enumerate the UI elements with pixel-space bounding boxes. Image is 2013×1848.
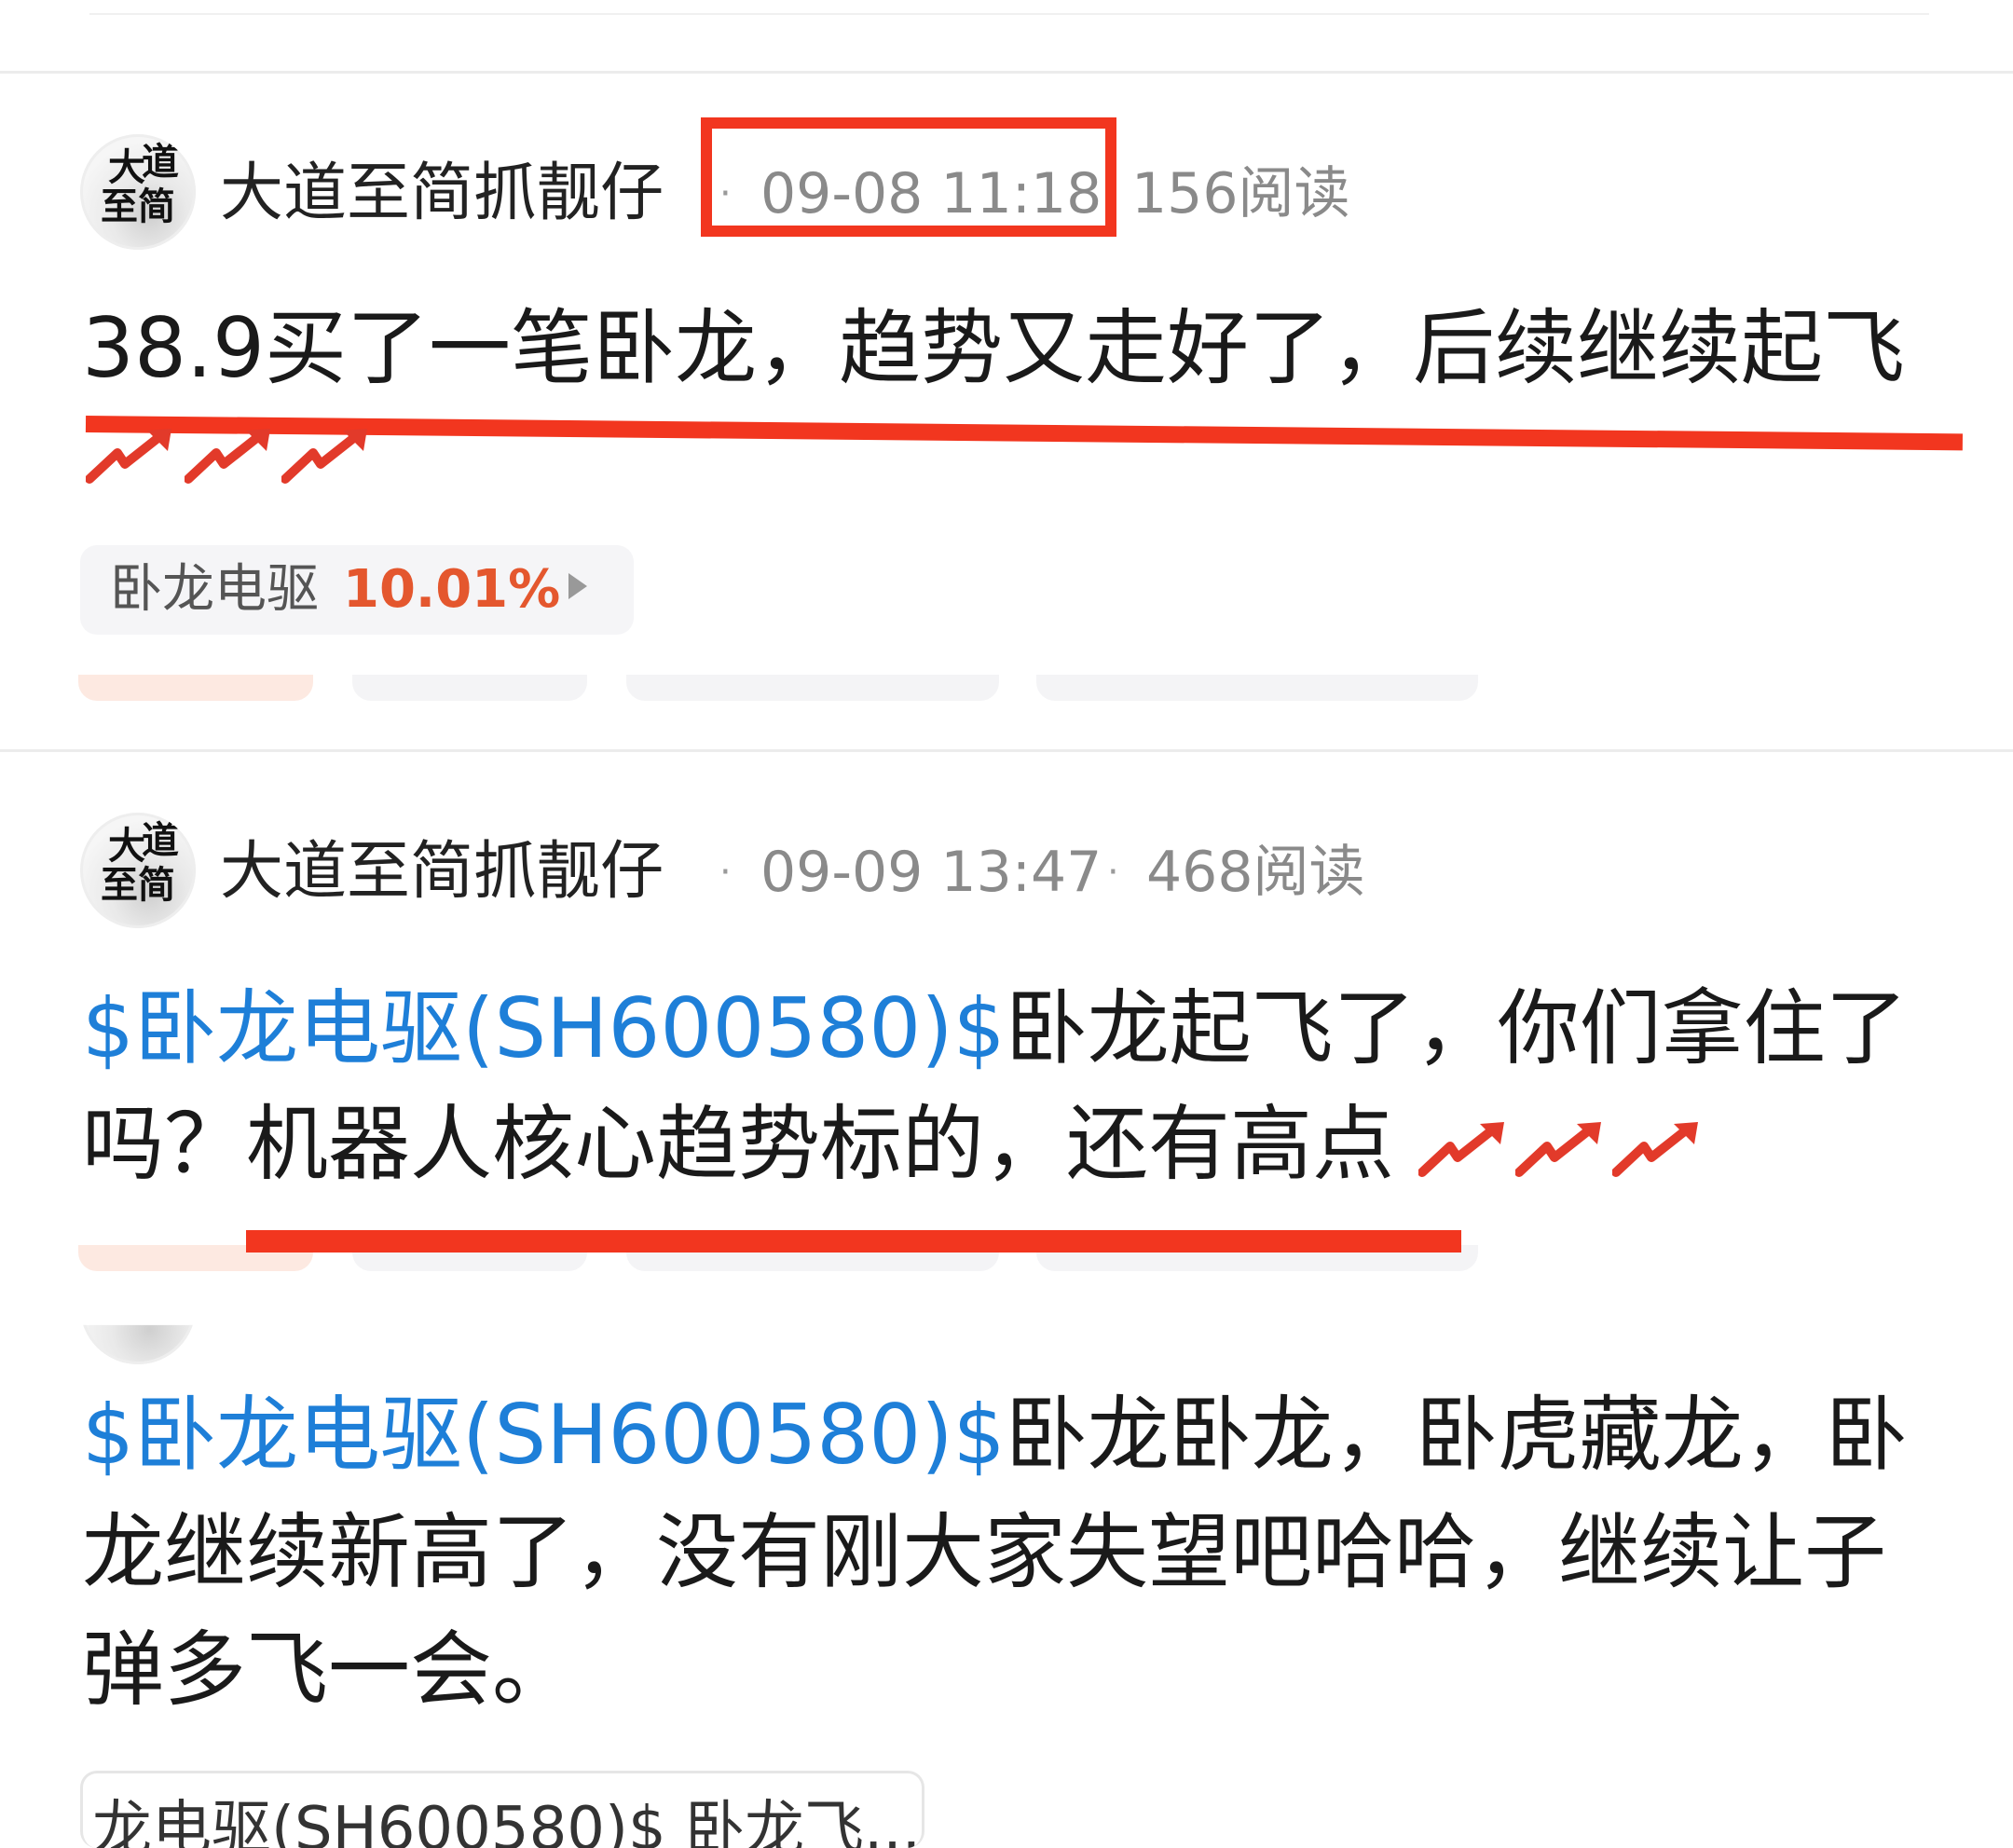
action-pill[interactable] xyxy=(78,675,313,701)
rising-trend-arrow-icon xyxy=(281,429,367,484)
post-text: $卧龙电驱(SH600580)$卧龙卧龙，卧虎藏龙，卧 xyxy=(82,1377,1946,1493)
rising-trend-arrow-icon xyxy=(185,429,270,484)
action-pill[interactable] xyxy=(626,675,999,701)
play-triangle-icon xyxy=(568,573,587,599)
post-text-segment: 卧龙卧龙，卧虎藏龙，卧 xyxy=(1005,1387,1908,1483)
quoted-post[interactable]: 龙电驱(SH600580)$ 卧龙飞... xyxy=(80,1771,924,1848)
quoted-post-text: 龙电驱(SH600580)$ 卧龙飞... xyxy=(92,1795,922,1848)
avatar-glyph: 简 xyxy=(138,863,175,907)
stock-link[interactable]: $卧龙电驱(SH600580)$ xyxy=(82,980,1006,1076)
read-count: 156阅读 xyxy=(1131,161,1350,226)
post-time: 09-09 13:47 xyxy=(760,840,1102,905)
post-text[interactable]: 38.9买了一笔卧龙，趋势又走好了，后续继续起飞 xyxy=(82,291,1946,406)
rising-trend-arrow-icon xyxy=(1418,1122,1504,1177)
avatar-glyph: 道 xyxy=(142,818,179,862)
avatar-glyph: 至 xyxy=(101,185,138,228)
avatar-glyph: 简 xyxy=(138,185,175,228)
annotation-underline xyxy=(246,1230,1461,1253)
post-text: 弹多飞一会。 xyxy=(82,1612,1946,1728)
post-text-segment: 卧龙起飞了，你们拿住了 xyxy=(1005,980,1908,1076)
read-count: 468阅读 xyxy=(1146,840,1365,905)
rising-trend-arrow-icon xyxy=(1515,1122,1601,1177)
post-text-segment: 吗？机器人核心趋势标的，还有高点 xyxy=(82,1096,1395,1192)
top-card-edge xyxy=(89,13,1929,15)
avatar[interactable]: 大 道 至 简 xyxy=(80,134,196,250)
post-text-segment: 龙继续新高了，没有刚大家失望吧哈哈，继续让子 xyxy=(82,1504,1887,1600)
avatar-glyph: 大 xyxy=(108,145,145,189)
post-text: 龙继续新高了，没有刚大家失望吧哈哈，继续让子 xyxy=(82,1495,1946,1610)
annotation-box xyxy=(701,117,1116,237)
post-text: $卧龙电驱(SH600580)$卧龙起飞了，你们拿住了 xyxy=(82,971,1946,1087)
avatar[interactable]: 大 道 至 简 xyxy=(80,813,196,928)
divider xyxy=(0,749,2013,752)
stock-chip[interactable]: 卧龙电驱 10.01% xyxy=(80,545,634,635)
avatar-glyph: 道 xyxy=(142,140,179,184)
divider xyxy=(0,71,2013,74)
rising-trend-arrow-icon xyxy=(86,429,171,484)
stock-change: 10.01% xyxy=(343,559,561,620)
action-pill[interactable] xyxy=(352,675,587,701)
avatar-glyph: 至 xyxy=(101,863,138,907)
post-text-segment: 弹多飞一会。 xyxy=(82,1622,575,1718)
stock-name: 卧龙电驱 xyxy=(110,559,319,620)
meta-separator: · xyxy=(719,851,732,894)
author-name[interactable]: 大道至简抓靓仔 xyxy=(220,157,664,231)
author-name[interactable]: 大道至简抓靓仔 xyxy=(220,835,664,910)
rising-trend-arrow-icon xyxy=(1612,1122,1698,1177)
avatar-glyph: 大 xyxy=(108,824,145,868)
stock-link[interactable]: $卧龙电驱(SH600580)$ xyxy=(82,1387,1006,1483)
action-pill[interactable] xyxy=(1036,675,1478,701)
meta-separator: · xyxy=(1107,851,1119,894)
